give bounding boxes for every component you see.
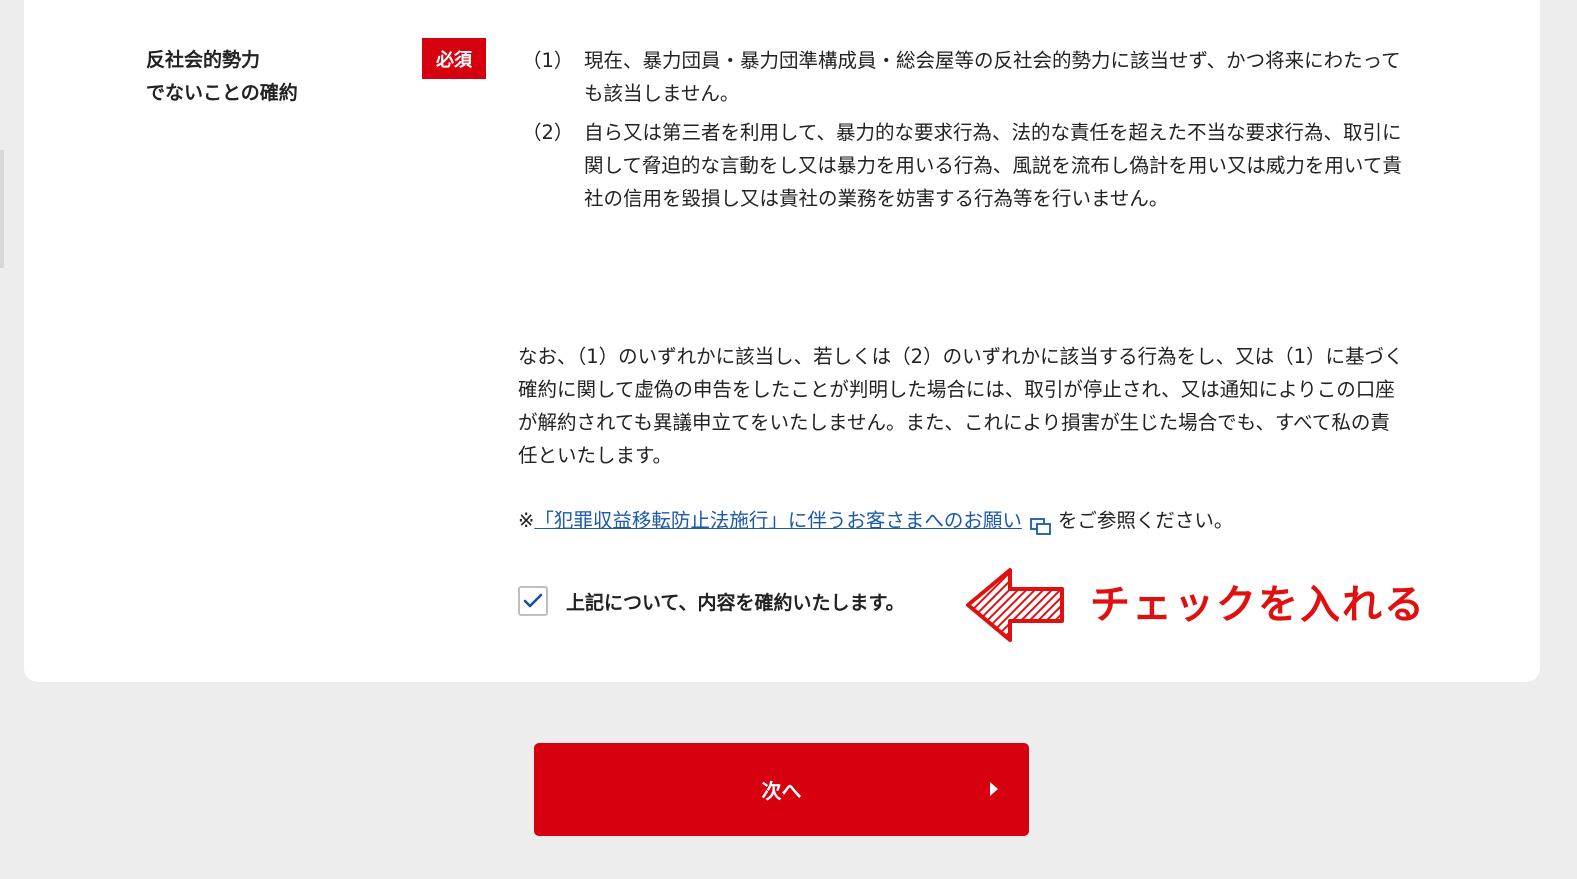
reference-suffix: をご参照ください。 [1057, 509, 1234, 532]
triangle-right-icon [990, 782, 998, 796]
reference-link[interactable]: 「犯罪収益移転防止法施行」に伴うお客さまへのお願い [534, 505, 1022, 537]
field-label-line1: 反社会的勢力 [146, 49, 261, 71]
clause-number: （1） [522, 49, 574, 72]
agreement-checkbox[interactable] [518, 586, 548, 616]
clause-text: 自ら又は第三者を利用して、暴力的な要求行為、法的な責任を超えた不当な要求行為、取… [584, 121, 1402, 210]
agreement-label: 上記について、内容を確約いたします。 [566, 591, 905, 614]
reference-line: ※ 「犯罪収益移転防止法施行」に伴うお客さまへのお願い をご参照ください。 [518, 505, 1233, 537]
notice-text: なお、（1）のいずれかに該当し、若しくは（2）のいずれかに該当する行為をし、又は… [518, 345, 1404, 467]
clause-text: 現在、暴力団員・暴力団準構成員・総会屋等の反社会的勢力に該当せず、かつ将来にわた… [584, 49, 1401, 105]
left-arrow-annotation-icon [966, 568, 1064, 642]
field-label: 反社会的勢力 でないことの確約 [146, 44, 298, 110]
required-badge: 必須 [422, 38, 486, 79]
next-button-label: 次へ [761, 779, 802, 803]
annotation-text: チェックを入れる [1090, 582, 1426, 628]
reference-prefix: ※ [518, 509, 535, 532]
field-label-line2: でないことの確約 [146, 82, 298, 104]
agreement-row: 上記について、内容を確約いたします。 [518, 586, 905, 616]
checkmark-icon [523, 593, 543, 608]
clause-number: （2） [522, 121, 574, 144]
side-edge-decoration [0, 150, 4, 268]
external-window-icon[interactable] [1029, 513, 1052, 535]
next-button[interactable]: 次へ [534, 743, 1029, 836]
